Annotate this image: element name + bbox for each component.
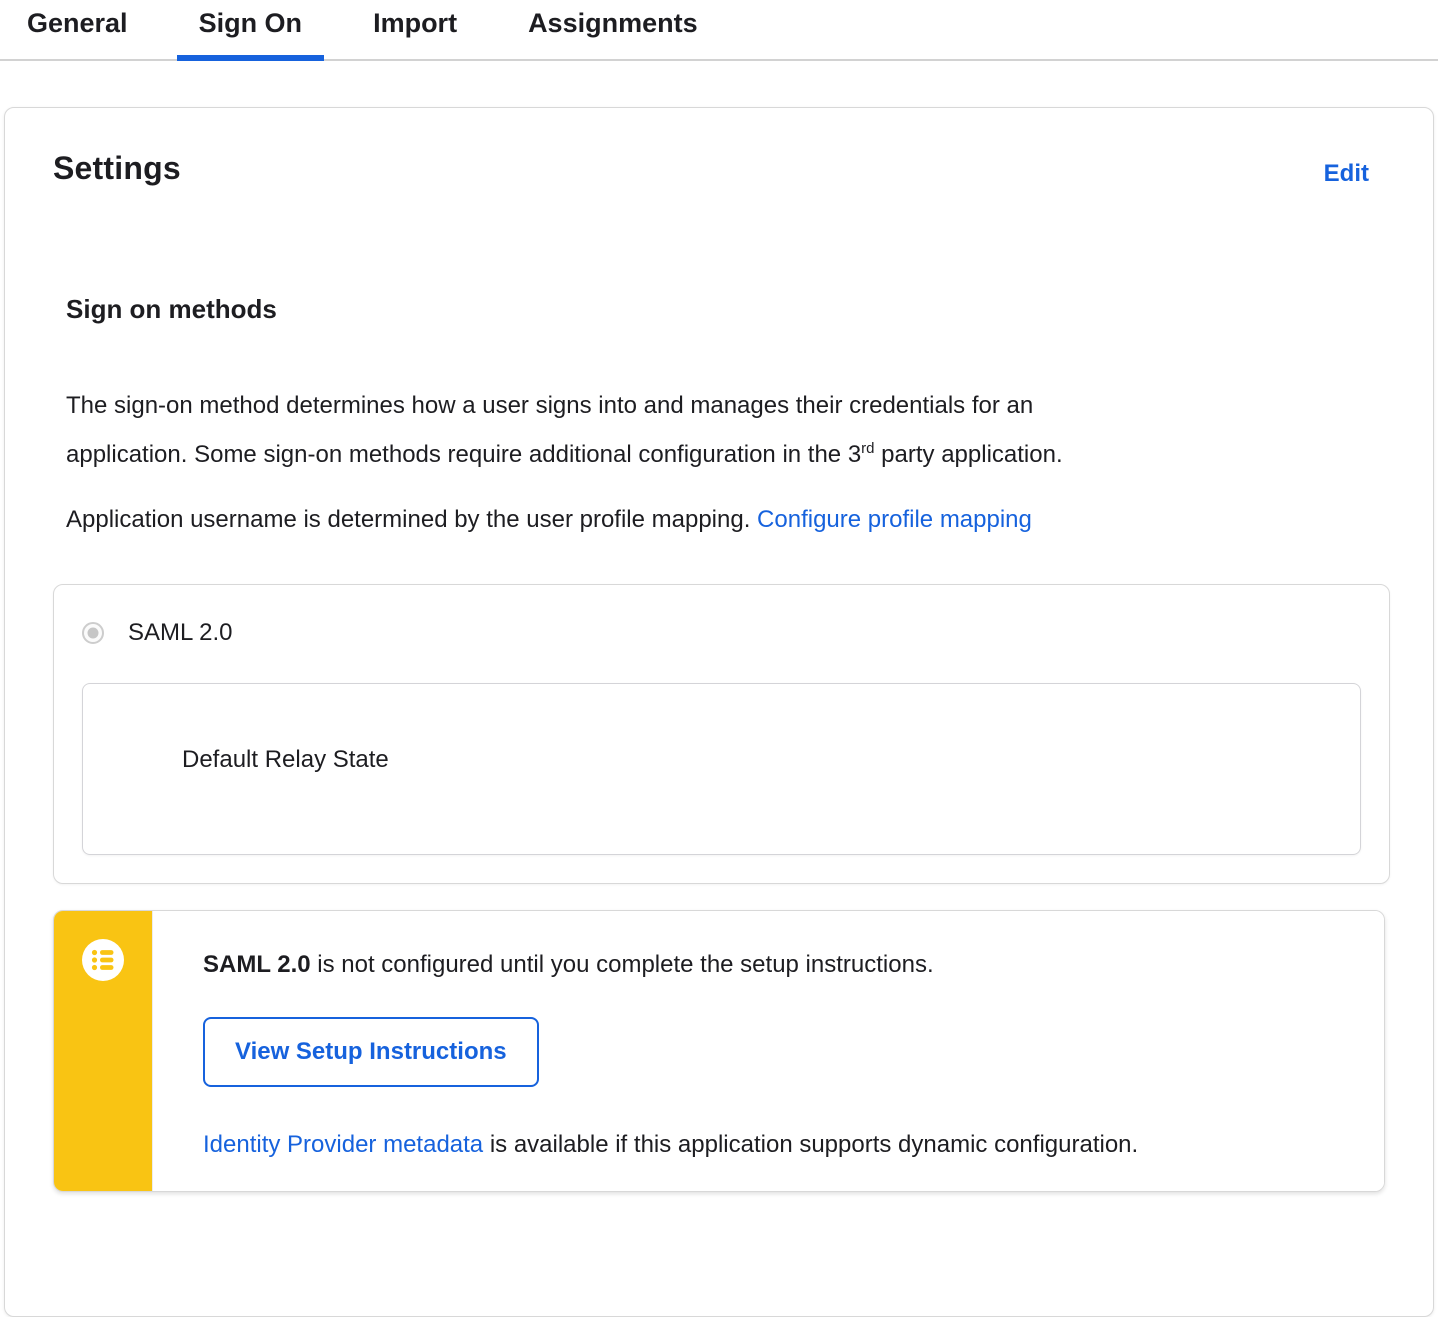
tab-import[interactable]: Import [351, 8, 479, 59]
list-icon [82, 939, 124, 981]
saml-radio-row: SAML 2.0 [82, 619, 1361, 647]
tab-sign-on[interactable]: Sign On [176, 8, 325, 61]
callout-body: SAML 2.0 is not configured until you com… [152, 911, 1384, 1191]
description-superscript: rd [861, 440, 875, 457]
page-title: Settings [53, 150, 181, 186]
sign-on-description: The sign-on method determines how a user… [66, 381, 1390, 479]
sign-on-content: Sign on methods The sign-on method deter… [5, 294, 1433, 1192]
callout-message-text: is not configured until you complete the… [310, 951, 934, 978]
tab-assignments[interactable]: Assignments [506, 8, 720, 59]
callout-message: SAML 2.0 is not configured until you com… [203, 949, 1344, 981]
callout-message-bold: SAML 2.0 [203, 951, 311, 978]
edit-link[interactable]: Edit [1324, 160, 1369, 188]
saml-radio-label: SAML 2.0 [128, 619, 233, 646]
relay-state-box: Default Relay State [82, 683, 1361, 855]
saml-method-box: SAML 2.0 Default Relay State [53, 584, 1390, 884]
username-mapping-line: Application username is determined by th… [66, 502, 1390, 538]
card-header: Settings Edit [5, 108, 1433, 188]
saml-setup-callout: SAML 2.0 is not configured until you com… [53, 910, 1385, 1192]
tab-bar: General Sign On Import Assignments [0, 0, 1438, 61]
identity-provider-metadata-link[interactable]: Identity Provider metadata [203, 1131, 483, 1158]
view-setup-instructions-button[interactable]: View Setup Instructions [203, 1017, 539, 1087]
metadata-line: Identity Provider metadata is available … [203, 1129, 1344, 1161]
description-line-2-end: party application. [874, 441, 1063, 468]
saml-radio[interactable] [82, 622, 104, 644]
section-title: Sign on methods [66, 294, 277, 324]
default-relay-state-label: Default Relay State [182, 746, 389, 773]
callout-accent-bar [54, 911, 152, 1191]
tab-general[interactable]: General [5, 8, 150, 59]
settings-card: Settings Edit Sign on methods The sign-o… [4, 107, 1434, 1317]
configure-profile-mapping-link[interactable]: Configure profile mapping [757, 506, 1032, 533]
description-line-1: The sign-on method determines how a user… [66, 392, 1034, 419]
metadata-text: is available if this application support… [483, 1131, 1139, 1158]
username-mapping-text: Application username is determined by th… [66, 506, 758, 533]
description-line-2: application. Some sign-on methods requir… [66, 441, 862, 468]
